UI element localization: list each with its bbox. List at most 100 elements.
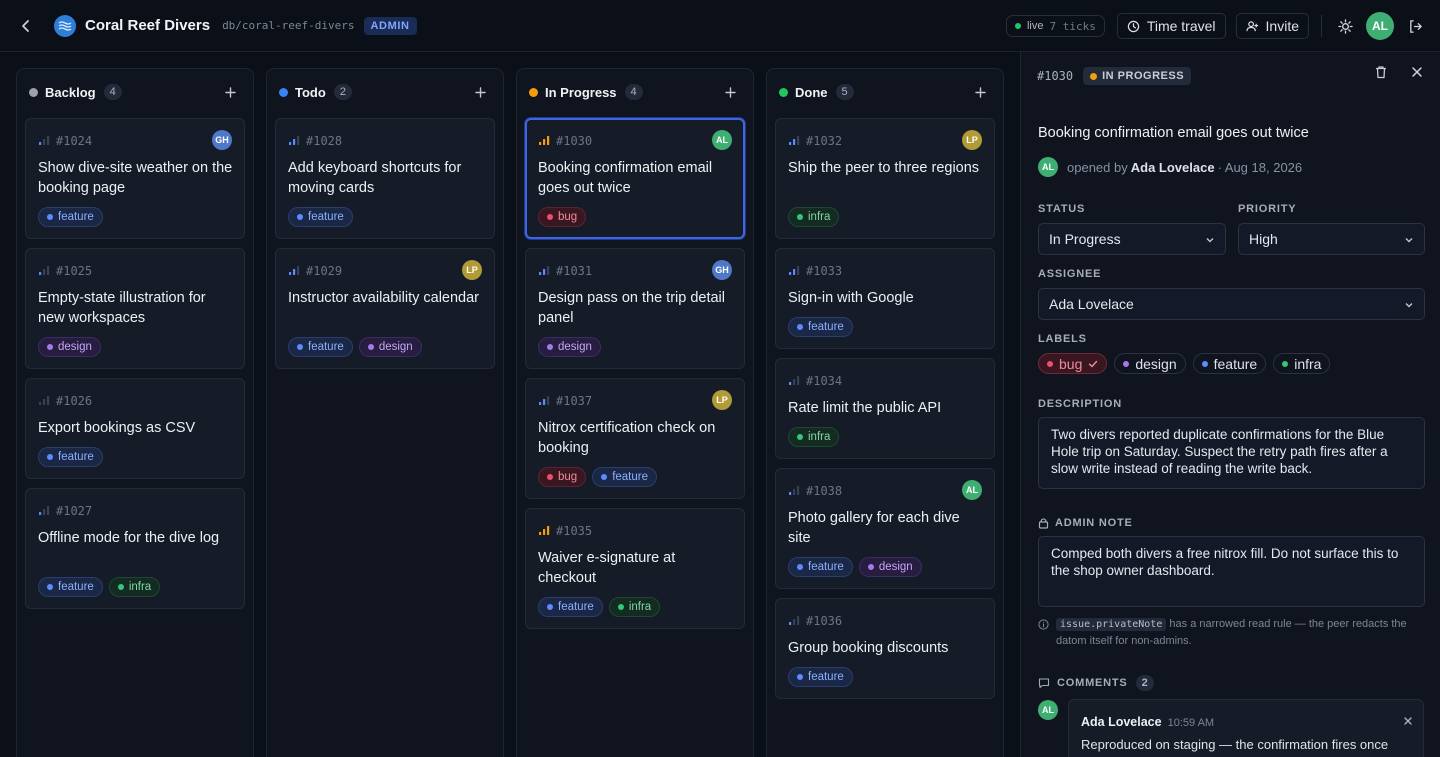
admin-note-textarea[interactable]: Comped both divers a free nitrox fill. D… [1038,536,1425,607]
label-dot-icon [601,474,608,480]
issue-card[interactable]: #1026 Export bookings as CSV feature [25,378,245,479]
logout-icon[interactable] [1402,13,1428,39]
label-chip-design[interactable]: design [1114,353,1186,374]
issue-card[interactable]: #1031 GH Design pass on the trip detail pa… [525,248,745,369]
card-meta: #1030 [538,133,592,149]
issue-card[interactable]: #1037 LP Nitrox certification check on boo… [525,378,745,499]
priority-select-value: High [1249,231,1278,247]
label-feature: feature [38,447,103,467]
assignee-select[interactable]: Ada Lovelace [1038,288,1425,320]
user-avatar[interactable]: AL [1366,12,1394,40]
label-dot-icon [617,604,624,610]
status-select[interactable]: In Progress [1038,223,1226,255]
card-meta: #1035 [538,523,592,539]
add-card-plus-icon[interactable] [971,83,989,101]
card-labels: infra [788,207,840,227]
column-title: Backlog [45,84,96,100]
issue-card[interactable]: #1024 GH Show dive-site weather on the boo… [25,118,245,239]
assignee-avatar: AL [712,130,732,150]
label-text: infra [628,601,652,613]
card-title: Group booking discounts [788,640,949,656]
add-card-plus-icon[interactable] [221,83,239,101]
time-travel-button[interactable]: Time travel [1116,13,1226,39]
issue-card[interactable]: #1032 LP Ship the peer to three regions inf… [775,118,995,239]
label-dot-icon [1123,360,1130,367]
issue-card[interactable]: #1025 Empty-state illustration for new wo… [25,248,245,369]
priority-select[interactable]: High [1238,223,1425,255]
issue-title[interactable]: Booking confirmation email goes out twic… [1038,125,1309,141]
label-text: feature [308,211,344,223]
card-labels: design [538,337,601,357]
label-infra: infra [608,597,661,617]
card-labels: infra [788,427,840,447]
issue-card[interactable]: #1034 Rate limit the public API infra [775,358,995,459]
column-count: 4 [103,84,122,100]
label-text: bug [558,211,578,223]
label-dot-icon [367,344,374,350]
column-header: Done 5 [779,83,993,101]
assignee-label: ASSIGNEE [1038,268,1102,280]
label-chip-feature[interactable]: feature [1192,353,1267,374]
info-icon [1038,619,1049,630]
invite-button[interactable]: Invite [1235,13,1309,39]
label-feature: feature [288,207,353,227]
theme-toggle-sun-icon[interactable] [1332,13,1358,39]
card-meta: #1033 [788,263,842,279]
label-dot-icon [797,214,803,220]
card-labels: feature [788,667,853,687]
card-meta: #1032 [788,133,842,149]
description-textarea[interactable]: Two divers reported duplicate confirmati… [1038,417,1425,489]
column-header: In Progress 4 [529,83,743,101]
label-dot-icon [547,344,553,350]
card-title: Show dive-site weather on the booking pa… [38,160,233,196]
history-icon [1127,20,1140,32]
label-feature: feature [538,597,603,617]
comments-label: COMMENTS [1057,677,1128,689]
card-labels: feature [38,207,103,227]
label-text: feature [558,601,594,613]
issue-card[interactable]: #1029 LP Instructor availability calendar f… [275,248,495,369]
card-id: #1036 [806,614,843,628]
status-badge-label: IN PROGRESS [1102,70,1185,82]
issue-card[interactable]: #1036 Group booking discounts feature [775,598,995,699]
card-id: #1033 [806,264,843,278]
issue-card[interactable]: #1028 Add keyboard shortcuts for moving c… [275,118,495,239]
label-chip-bug[interactable]: bug [1038,353,1108,374]
ticks-label: 7 ticks [1049,19,1096,33]
label-infra: infra [108,577,161,597]
label-chips: bug design feature infra [1038,353,1331,374]
card-title: Waiver e-signature at checkout [538,550,676,586]
comments-header: COMMENTS 2 [1038,675,1154,691]
add-card-plus-icon[interactable] [721,83,739,101]
close-icon[interactable] [1410,65,1424,82]
priority-bars-icon [788,133,800,149]
waves-logo-icon [54,14,76,37]
label-text: feature [808,671,844,683]
admin-note-label-text: ADMIN NOTE [1055,517,1133,529]
column-status-dot-icon [279,87,288,97]
comments-count: 2 [1135,675,1154,691]
issue-card[interactable]: #1038 AL Photo gallery for each dive site f… [775,468,995,589]
comment-icon [1038,678,1050,689]
card-title: Photo gallery for each dive site [788,510,960,546]
column-count: 2 [333,84,352,100]
card-id: #1034 [806,374,843,388]
label-chip-text: design [1135,355,1177,372]
card-id: #1031 [556,264,593,278]
issue-card[interactable]: #1035 Waiver e-signature at checkout featu… [525,508,745,629]
label-text: feature [58,581,94,593]
delete-comment-close-icon[interactable] [1403,713,1413,729]
back-arrow-icon[interactable] [18,18,34,34]
add-card-plus-icon[interactable] [471,83,489,101]
label-chip-infra[interactable]: infra [1273,353,1331,374]
status-badge: IN PROGRESS [1083,67,1192,85]
issue-card[interactable]: #1027 Offline mode for the dive log featur… [25,488,245,609]
trash-icon[interactable] [1374,65,1388,82]
issue-card[interactable]: #1033 Sign-in with Google feature [775,248,995,349]
label-dot-icon [547,474,553,480]
label-text: design [58,341,92,353]
label-dot-icon [1047,360,1053,367]
issue-card[interactable]: #1030 AL Booking confirmation email goes o… [525,118,745,239]
card-meta: #1024 [38,133,92,149]
card-meta: #1027 [38,503,92,519]
